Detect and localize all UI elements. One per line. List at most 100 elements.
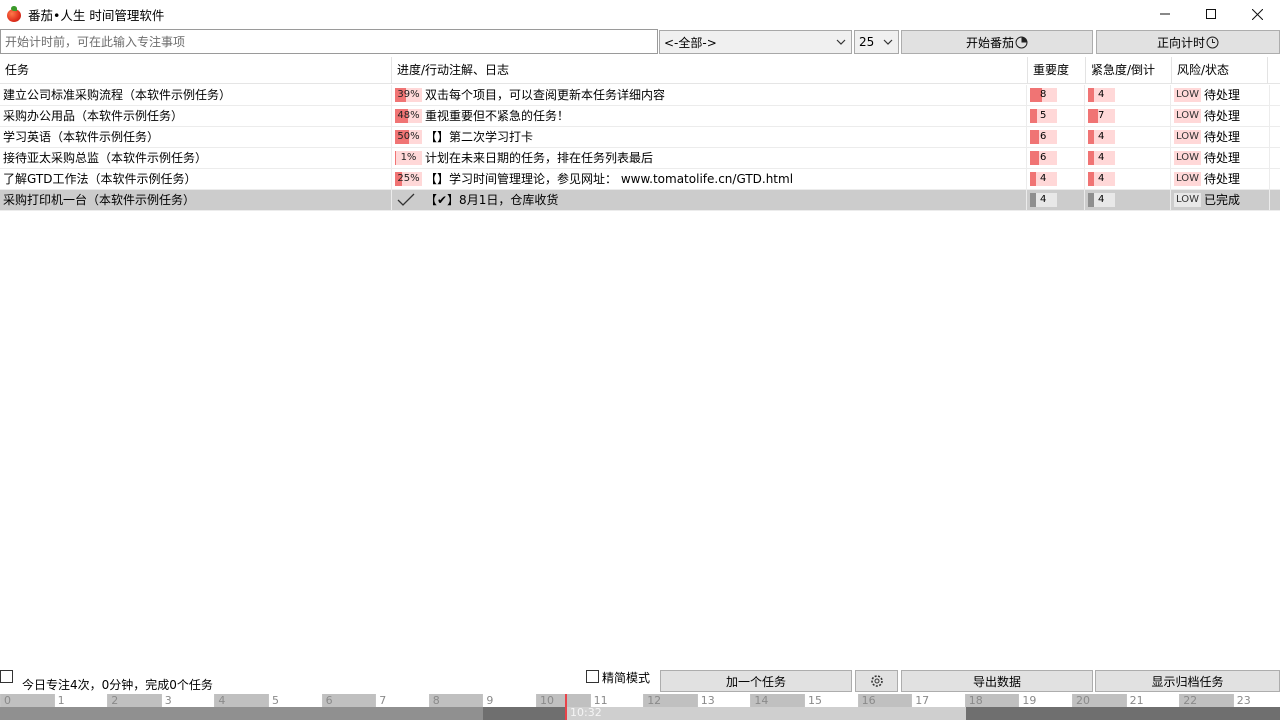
table-row[interactable]: 学习英语（本软件示例任务） 50% 【】第二次学习打卡 6 4 LOW 待处理 xyxy=(0,127,1280,148)
footer-bar: 今日专注4次，0分钟，完成0个任务 精简模式 加一个任务 导出数据 显示归档任务 xyxy=(0,668,1280,692)
risk-cell[interactable]: LOW 待处理 xyxy=(1172,127,1270,148)
progress-bar: 1% xyxy=(395,151,422,165)
timeline-hour-label: 19 xyxy=(1018,694,1072,708)
table-row[interactable]: 采购打印机一台（本软件示例任务） 【✔】8月1日，仓库收货 4 4 LOW 已完成 xyxy=(0,190,1280,211)
progress-cell[interactable]: 【✔】8月1日，仓库收货 xyxy=(393,190,1027,211)
risk-cell[interactable]: LOW 待处理 xyxy=(1172,85,1270,106)
column-header-risk[interactable]: 风险/状态 xyxy=(1172,57,1268,84)
settings-button[interactable] xyxy=(855,670,898,692)
task-table-header: 任务 进度/行动注解、日志 重要度 紧急度/倒计 风险/状态 xyxy=(0,57,1280,84)
progress-cell[interactable]: 50% 【】第二次学习打卡 xyxy=(393,127,1027,148)
importance-bar: 4 xyxy=(1030,172,1057,186)
urgency-value: 4 xyxy=(1098,173,1105,184)
table-row[interactable]: 采购办公用品（本软件示例任务） 48% 重视重要但不紧急的任务！ 5 7 LOW 待处理 xyxy=(0,106,1280,127)
urgency-bar: 7 xyxy=(1088,109,1115,123)
timeline-hour-label: 9 xyxy=(482,694,536,708)
risk-cell[interactable]: LOW 待处理 xyxy=(1172,106,1270,127)
minutes-select-value: 25 xyxy=(859,35,875,49)
task-name[interactable]: 接待亚太采购总监（本软件示例任务） xyxy=(0,148,392,169)
risk-cell[interactable]: LOW 待处理 xyxy=(1172,148,1270,169)
toolbar: <-全部-> 25 开始番茄 正向计时 xyxy=(0,29,1280,54)
timeline-hour-label: 3 xyxy=(160,694,215,708)
timeline-elapsed xyxy=(0,707,566,720)
focus-input[interactable] xyxy=(0,29,658,54)
importance-cell[interactable]: 6 xyxy=(1028,127,1085,148)
importance-cell[interactable]: 4 xyxy=(1028,190,1085,211)
importance-bar: 8 xyxy=(1030,88,1057,102)
select-all-checkbox[interactable] xyxy=(0,670,13,683)
column-header-importance[interactable]: 重要度 xyxy=(1028,57,1086,84)
risk-badge: LOW xyxy=(1174,172,1201,186)
task-name[interactable]: 建立公司标准采购流程（本软件示例任务） xyxy=(0,85,392,106)
urgency-cell[interactable]: 4 xyxy=(1086,127,1171,148)
risk-cell[interactable]: LOW 待处理 xyxy=(1172,169,1270,190)
timeline-hour-label: 18 xyxy=(964,694,1019,708)
importance-fill xyxy=(1030,172,1036,186)
show-archived-button[interactable]: 显示归档任务 xyxy=(1095,670,1280,692)
importance-cell[interactable]: 4 xyxy=(1028,169,1085,190)
importance-cell[interactable]: 6 xyxy=(1028,148,1085,169)
urgency-cell[interactable]: 7 xyxy=(1086,106,1171,127)
importance-cell[interactable]: 5 xyxy=(1028,106,1085,127)
urgency-value: 4 xyxy=(1098,152,1105,163)
progress-cell[interactable]: 1% 计划在未来日期的任务，排在任务列表最后 xyxy=(393,148,1027,169)
risk-cell[interactable]: LOW 已完成 xyxy=(1172,190,1270,211)
close-button[interactable] xyxy=(1234,0,1280,28)
add-task-button[interactable]: 加一个任务 xyxy=(660,670,852,692)
urgency-value: 4 xyxy=(1098,131,1105,142)
urgency-cell[interactable]: 4 xyxy=(1086,85,1171,106)
start-pomodoro-label: 开始番茄 xyxy=(965,35,1014,50)
progress-cell[interactable]: 25% 【】学习时间管理理论，参见网址： www.tomatolife.cn/GT… xyxy=(393,169,1027,190)
filter-select[interactable]: <-全部-> xyxy=(659,30,852,54)
status-text: 待处理 xyxy=(1204,109,1241,123)
urgency-cell[interactable]: 4 xyxy=(1086,190,1171,211)
importance-value: 6 xyxy=(1040,131,1047,142)
importance-value: 4 xyxy=(1040,173,1047,184)
task-name[interactable]: 学习英语（本软件示例任务） xyxy=(0,127,392,148)
table-row[interactable]: 接待亚太采购总监（本软件示例任务） 1% 计划在未来日期的任务，排在任务列表最后 6 4… xyxy=(0,148,1280,169)
status-text: 待处理 xyxy=(1204,130,1241,144)
task-name[interactable]: 采购打印机一台（本软件示例任务） xyxy=(0,190,392,211)
importance-cell[interactable]: 8 xyxy=(1028,85,1085,106)
table-row[interactable]: 了解GTD工作法（本软件示例任务） 25% 【】学习时间管理理论，参见网址： www… xyxy=(0,169,1280,190)
timeline-hour-label: 2 xyxy=(107,694,161,708)
maximize-button[interactable] xyxy=(1188,0,1234,28)
minutes-select[interactable]: 25 xyxy=(854,30,899,54)
urgency-fill xyxy=(1088,151,1094,165)
timeline-hour-label: 6 xyxy=(321,694,376,708)
progress-cell[interactable]: 39% 双击每个项目，可以查阅更新本任务详细内容 xyxy=(393,85,1027,106)
count-up-button[interactable]: 正向计时 xyxy=(1096,30,1280,54)
export-data-button[interactable]: 导出数据 xyxy=(901,670,1093,692)
minimize-button[interactable] xyxy=(1142,0,1188,28)
risk-badge: LOW xyxy=(1174,130,1201,144)
timeline-hour-label: 13 xyxy=(696,694,751,708)
start-pomodoro-button[interactable]: 开始番茄 xyxy=(901,30,1093,54)
column-header-task[interactable]: 任务 xyxy=(0,57,392,84)
window-title: 番茄•人生 时间管理软件 xyxy=(28,7,165,23)
urgency-cell[interactable]: 4 xyxy=(1086,169,1171,190)
compact-mode-checkbox[interactable] xyxy=(586,670,599,683)
task-name[interactable]: 了解GTD工作法（本软件示例任务） xyxy=(0,169,392,190)
title-bar: 番茄•人生 时间管理软件 xyxy=(0,0,1280,28)
risk-badge: LOW xyxy=(1174,193,1201,207)
progress-bar: 50% xyxy=(395,130,422,144)
timeline-hour-label: 17 xyxy=(911,694,965,708)
progress-cell[interactable]: 48% 重视重要但不紧急的任务！ xyxy=(393,106,1027,127)
table-row[interactable]: 建立公司标准采购流程（本软件示例任务） 39% 双击每个项目，可以查阅更新本任务详细… xyxy=(0,85,1280,106)
current-time-marker xyxy=(565,694,567,720)
timeline-hour-label: 12 xyxy=(643,694,697,708)
timeline-night-block xyxy=(966,707,1280,720)
column-header-urgency[interactable]: 紧急度/倒计 xyxy=(1086,57,1172,84)
window-controls xyxy=(1142,0,1280,28)
timeline-hour-label: 0 xyxy=(0,694,54,708)
timeline-hour-label: 22 xyxy=(1179,694,1233,708)
task-name[interactable]: 采购办公用品（本软件示例任务） xyxy=(0,106,392,127)
urgency-fill xyxy=(1088,109,1099,123)
urgency-cell[interactable]: 4 xyxy=(1086,148,1171,169)
importance-bar: 4 xyxy=(1030,193,1057,207)
urgency-bar: 4 xyxy=(1088,172,1115,186)
timeline-hour-label: 23 xyxy=(1232,694,1280,708)
compact-mode-label: 精简模式 xyxy=(602,671,651,685)
chevron-down-icon xyxy=(883,39,893,45)
column-header-progress[interactable]: 进度/行动注解、日志 xyxy=(392,57,1028,84)
